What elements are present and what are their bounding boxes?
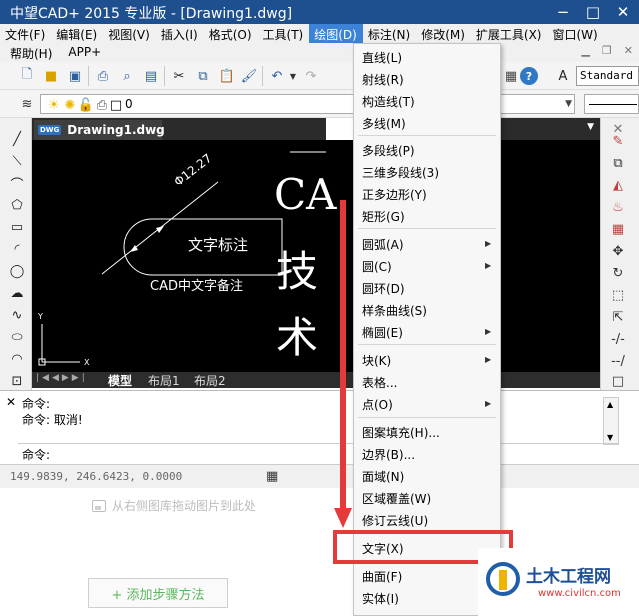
watermark-name: 土木工程网 xyxy=(526,567,611,587)
red-annotation-arrow xyxy=(334,200,352,528)
watermark-url: www.civilcn.com xyxy=(538,588,621,599)
screenshot-root: 中望CAD+ 2015 专业版 - [Drawing1.dwg] − □ ✕ 文… xyxy=(0,0,639,616)
watermark: 土木工程网 www.civilcn.com xyxy=(478,548,639,616)
watermark-logo-icon xyxy=(486,562,520,596)
red-arrow-head xyxy=(334,508,352,528)
